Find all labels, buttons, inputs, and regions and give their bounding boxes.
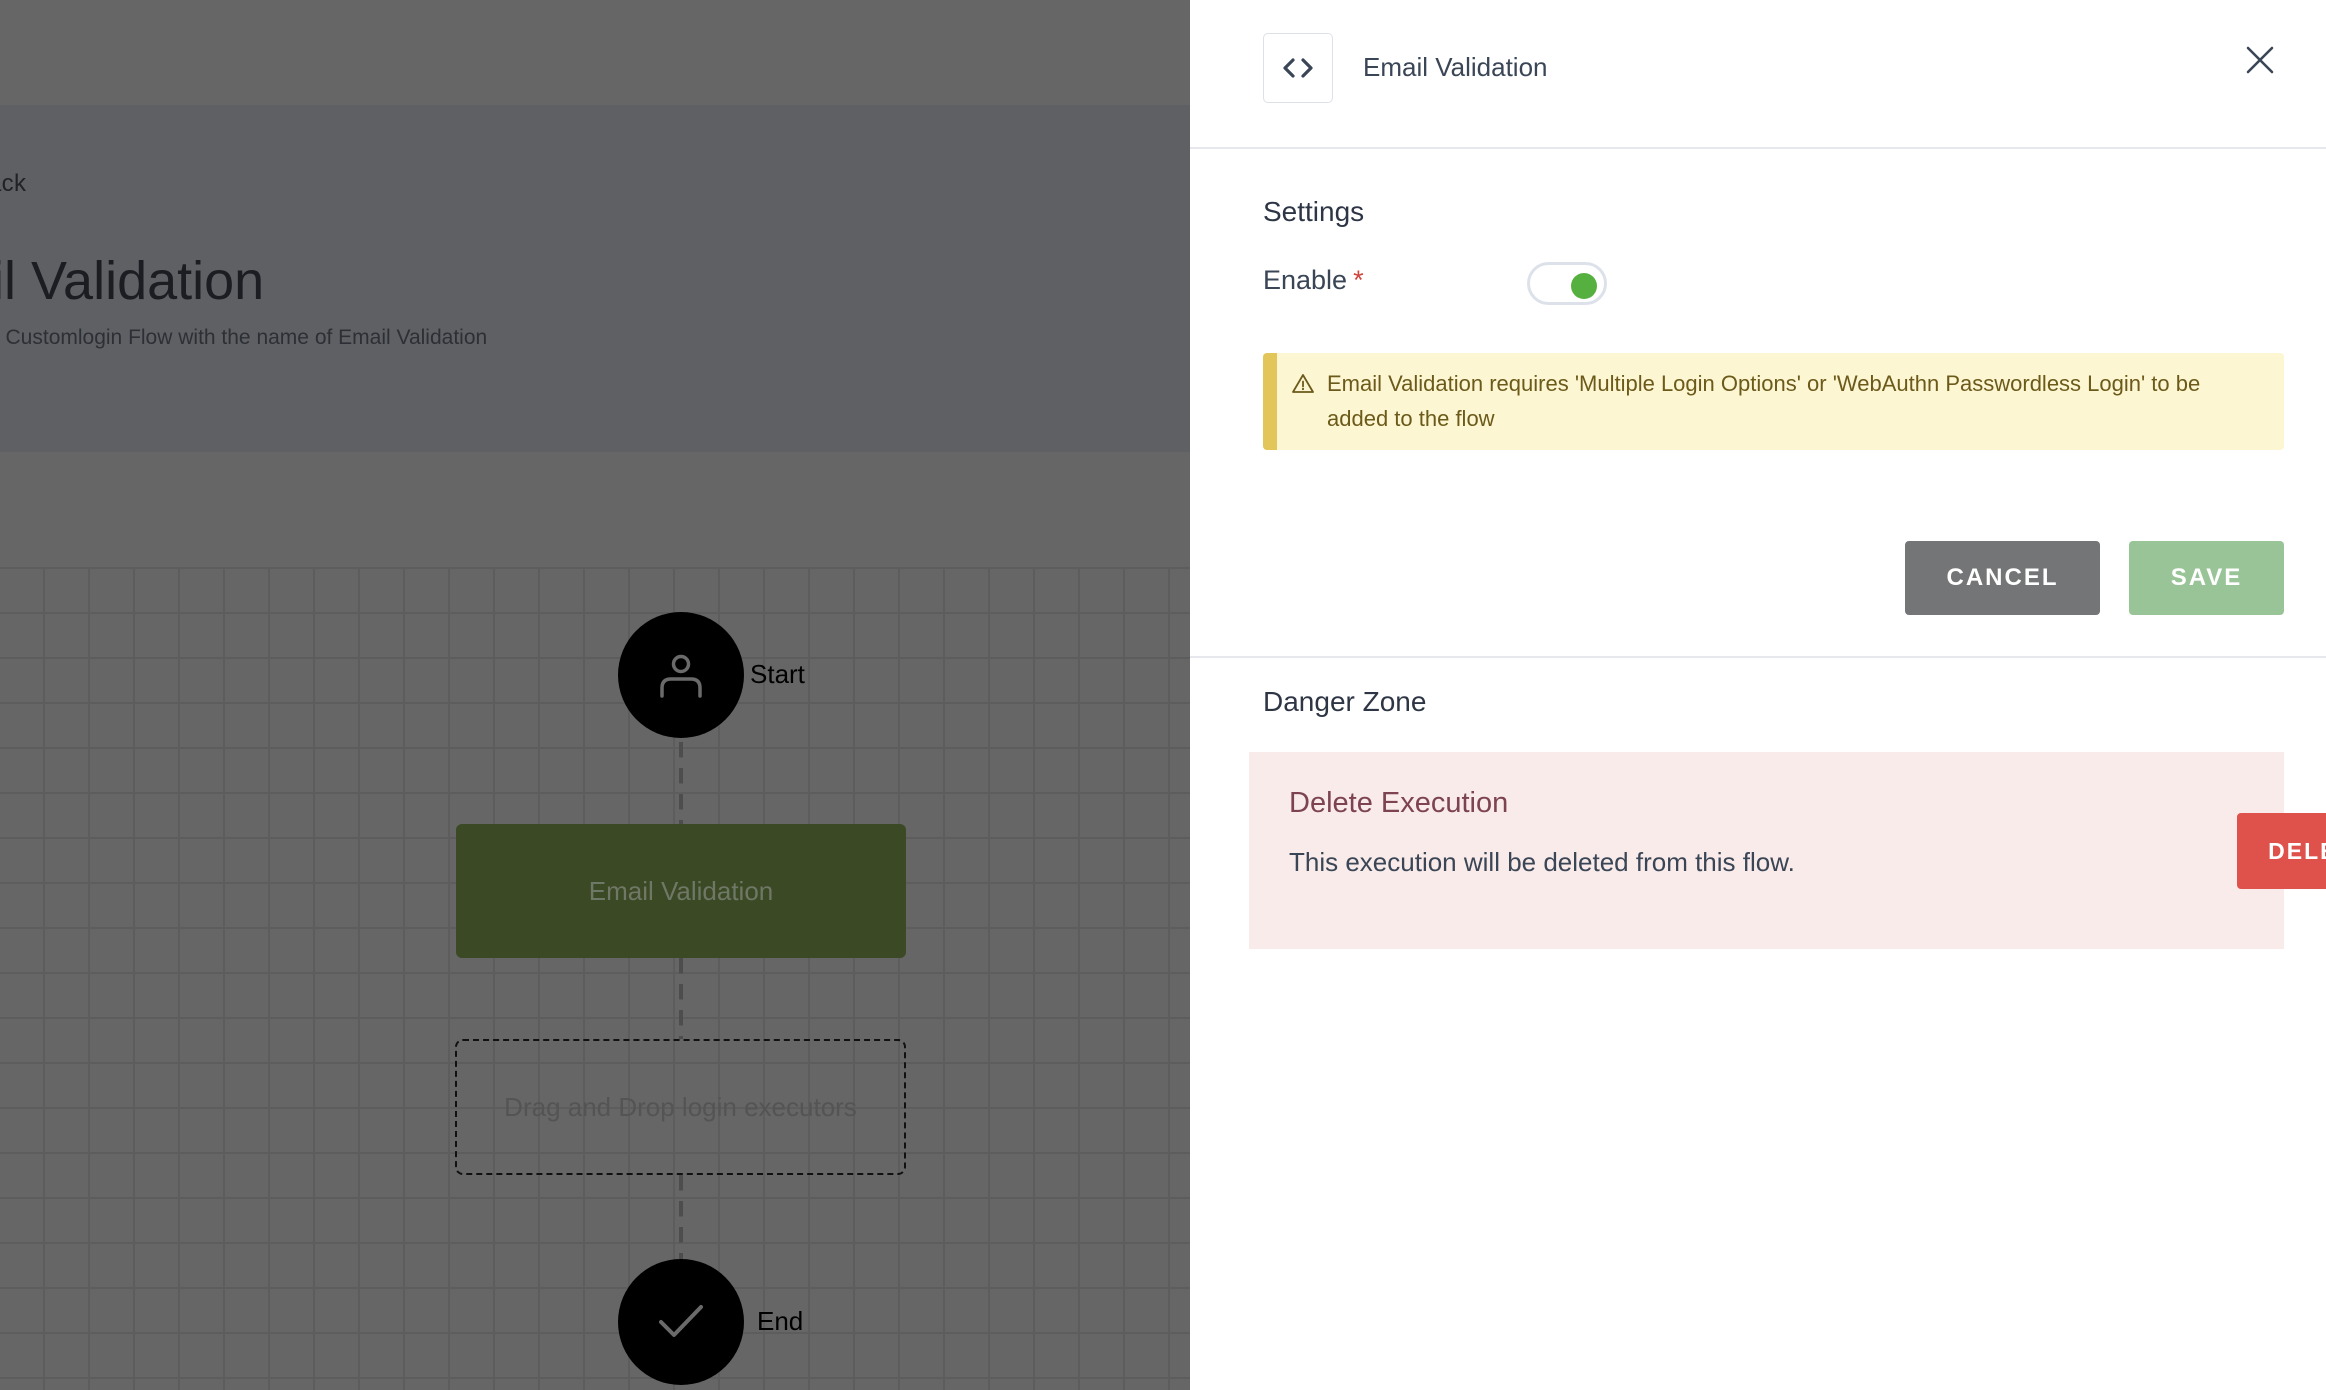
warning-accent-stripe <box>1263 353 1277 450</box>
execution-settings-drawer: Email Validation Settings Enable * Email … <box>1190 0 2326 1390</box>
executor-node-email-validation[interactable]: Email Validation <box>456 824 906 958</box>
code-brackets-icon <box>1283 58 1313 78</box>
delete-button[interactable]: DELETE <box>2237 813 2326 889</box>
flow-connector <box>679 958 683 1039</box>
executor-drop-zone[interactable]: Drag and Drop login executors <box>455 1039 906 1175</box>
start-node-label: Start <box>750 659 805 689</box>
delete-execution-description: This execution will be deleted from this… <box>1289 847 1795 877</box>
save-button[interactable]: SAVE <box>2129 541 2284 615</box>
page-subtitle: e Customlogin Flow with the name of Emai… <box>0 326 488 349</box>
requirement-warning-banner: Email Validation requires 'Multiple Logi… <box>1263 353 2284 450</box>
close-icon <box>2246 46 2274 74</box>
required-marker: * <box>1353 265 1364 295</box>
close-button[interactable] <box>2240 40 2280 80</box>
cancel-button[interactable]: CANCEL <box>1905 541 2100 615</box>
top-app-bar <box>0 0 1190 105</box>
back-link[interactable]: ack <box>0 170 26 198</box>
warning-triangle-icon <box>1292 374 1314 393</box>
toggle-knob <box>1571 273 1597 299</box>
checkmark-icon <box>659 1305 703 1337</box>
user-icon <box>660 654 702 698</box>
start-node[interactable] <box>618 612 744 738</box>
flow-connector <box>679 742 683 824</box>
delete-execution-title: Delete Execution <box>1289 787 1509 819</box>
warning-message: Email Validation requires 'Multiple Logi… <box>1327 371 2201 431</box>
drop-zone-label: Drag and Drop login executors <box>504 1091 857 1122</box>
flow-connector <box>679 1175 683 1259</box>
enable-label-text: Enable <box>1263 265 1348 295</box>
enable-toggle[interactable] <box>1527 262 1607 305</box>
settings-heading: Settings <box>1263 196 1365 227</box>
executor-type-badge <box>1263 33 1333 103</box>
end-node-label: End <box>757 1306 804 1336</box>
drawer-title: Email Validation <box>1363 52 1548 82</box>
flow-canvas-grid <box>0 567 1190 1390</box>
executor-node-label: Email Validation <box>588 875 774 906</box>
page-backdrop-overlay[interactable]: ack ail Validation e Customlogin Flow wi… <box>0 0 1190 1390</box>
danger-zone-heading: Danger Zone <box>1263 686 1427 717</box>
drawer-header: Email Validation <box>1190 0 2326 149</box>
section-divider <box>1190 656 2326 658</box>
page-title: ail Validation <box>0 251 265 311</box>
delete-execution-card: Delete Execution This execution will be … <box>1249 752 2326 949</box>
enable-label: Enable * <box>1263 265 1364 296</box>
end-node[interactable] <box>618 1259 744 1385</box>
